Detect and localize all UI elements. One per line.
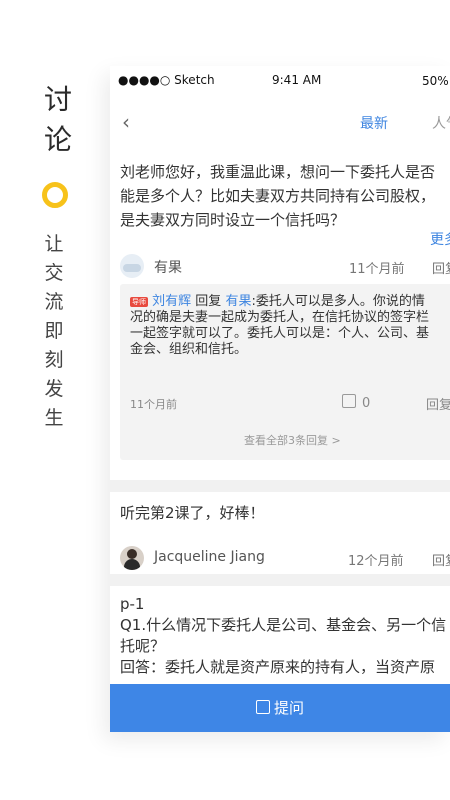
battery-indicator: 50% (422, 74, 449, 88)
reply-line: 一起签字就可以了。委托人可以是：个人、公司、基 (130, 326, 430, 341)
reply-text: 导师 刘有辉 回复 有果:委托人可以是多人。你说的情 况的确是夫妻一起成为委托人… (130, 294, 450, 358)
status-bar: ●●●●○ Sketch 9:41 AM 50% (110, 66, 450, 94)
promo-slogan-char: 交 (44, 262, 64, 284)
discussion-card: 刘老师您好，我重温此课，想问一下委托人是否 能是多个人？比如夫妻双方共同持有公司… (110, 152, 450, 480)
signal-indicator: ●●●●○ Sketch (118, 73, 215, 87)
promo-slogan: 让 交 流 即 刻 发 生 (40, 230, 68, 433)
promo-title-char: 论 (43, 123, 72, 156)
reply-time: 11个月前 (130, 398, 177, 411)
reply-button[interactable]: 回复 (432, 550, 450, 569)
question-text: 刘老师您好，我重温此课，想问一下委托人是否 能是多个人？比如夫妻双方共同持有公司… (120, 160, 450, 232)
discussion-list: 刘老师您好，我重温此课，想问一下委托人是否 能是多个人？比如夫妻双方共同持有公司… (110, 152, 450, 732)
reply-line: 导师 刘有辉 回复 有果:委托人可以是多人。你说的情 (130, 294, 450, 310)
reply-button[interactable]: 回复 (432, 258, 450, 277)
reply-line: 金会、组织和信托。 (130, 342, 248, 357)
reply-word: 回复 (195, 294, 222, 309)
ask-question-button[interactable]: 提问 (110, 684, 450, 732)
promo-slogan-char: 发 (44, 378, 64, 400)
phone-screen: ●●●●○ Sketch 9:41 AM 50% ‹ 最新 人气 刘老师您好，我… (110, 66, 450, 732)
promo-slogan-char: 刻 (44, 349, 64, 371)
yellow-ring-icon (42, 182, 68, 208)
post-line: p-1 (120, 595, 145, 613)
author-name[interactable]: Jacqueline Jiang (154, 549, 265, 565)
post-text: 听完第2课了，好棒！ (120, 504, 265, 522)
avatar[interactable] (120, 546, 144, 570)
question-line: 能是多个人？比如夫妻双方共同持有公司股权， (120, 187, 436, 205)
reply-target-name[interactable]: 有果 (225, 294, 251, 309)
promo-slogan-char: 即 (44, 320, 64, 342)
discussion-card: 听完第2课了，好棒！ Jacqueline Jiang 12个月前 回复 (110, 492, 450, 574)
avatar[interactable] (120, 254, 144, 278)
promo-slogan-char: 流 (44, 291, 64, 313)
post-time: 11个月前 (349, 262, 405, 277)
more-link[interactable]: 更多 (430, 229, 450, 249)
promo-title-char: 讨 (43, 83, 72, 116)
reply-box: 导师 刘有辉 回复 有果:委托人可以是多人。你说的情 况的确是夫妻一起成为委托人… (120, 284, 450, 460)
reply-line-text: :委托人可以是多人。你说的情 (251, 294, 425, 309)
author-name[interactable]: 有果 (154, 257, 182, 277)
tab-popular[interactable]: 人气 (432, 113, 450, 133)
reply-line: 况的确是夫妻一起成为委托人，在信托协议的签字栏 (130, 310, 430, 325)
promo-slogan-char: 让 (44, 233, 64, 255)
like-button[interactable]: 0 (342, 394, 370, 411)
view-all-replies-link[interactable]: 查看全部3条回复 > (244, 432, 341, 448)
post-line: 托呢？ (120, 637, 166, 655)
promo-slogan-char: 生 (44, 407, 64, 429)
post-text: p-1 Q1.什么情况下委托人是公司、基金会、另一个信 托呢？ 回答：委托人就是… (120, 594, 450, 678)
reply-reply-button[interactable]: 回复 (426, 394, 450, 413)
mentor-badge: 导师 (130, 297, 148, 307)
post-time: 12个月前 (348, 554, 404, 569)
back-chevron-icon[interactable]: ‹ (122, 112, 136, 132)
replier-name[interactable]: 刘有辉 (152, 294, 191, 309)
nav-bar: ‹ 最新 人气 (110, 94, 450, 153)
promo-title: 讨 论 (38, 80, 78, 160)
question-line: 刘老师您好，我重温此课，想问一下委托人是否 (120, 163, 436, 181)
like-count: 0 (362, 396, 371, 411)
edit-icon (255, 700, 270, 714)
status-time: 9:41 AM (272, 73, 322, 87)
question-line: 是夫妻双方同时设立一个信托吗？ (120, 211, 346, 229)
thumbs-up-icon (342, 394, 356, 408)
ask-label: 提问 (273, 699, 304, 717)
post-line: Q1.什么情况下委托人是公司、基金会、另一个信 (120, 616, 447, 634)
post-line: 回答：委托人就是资产原来的持有人，当资产原 (120, 658, 436, 676)
tab-latest[interactable]: 最新 (360, 113, 388, 133)
